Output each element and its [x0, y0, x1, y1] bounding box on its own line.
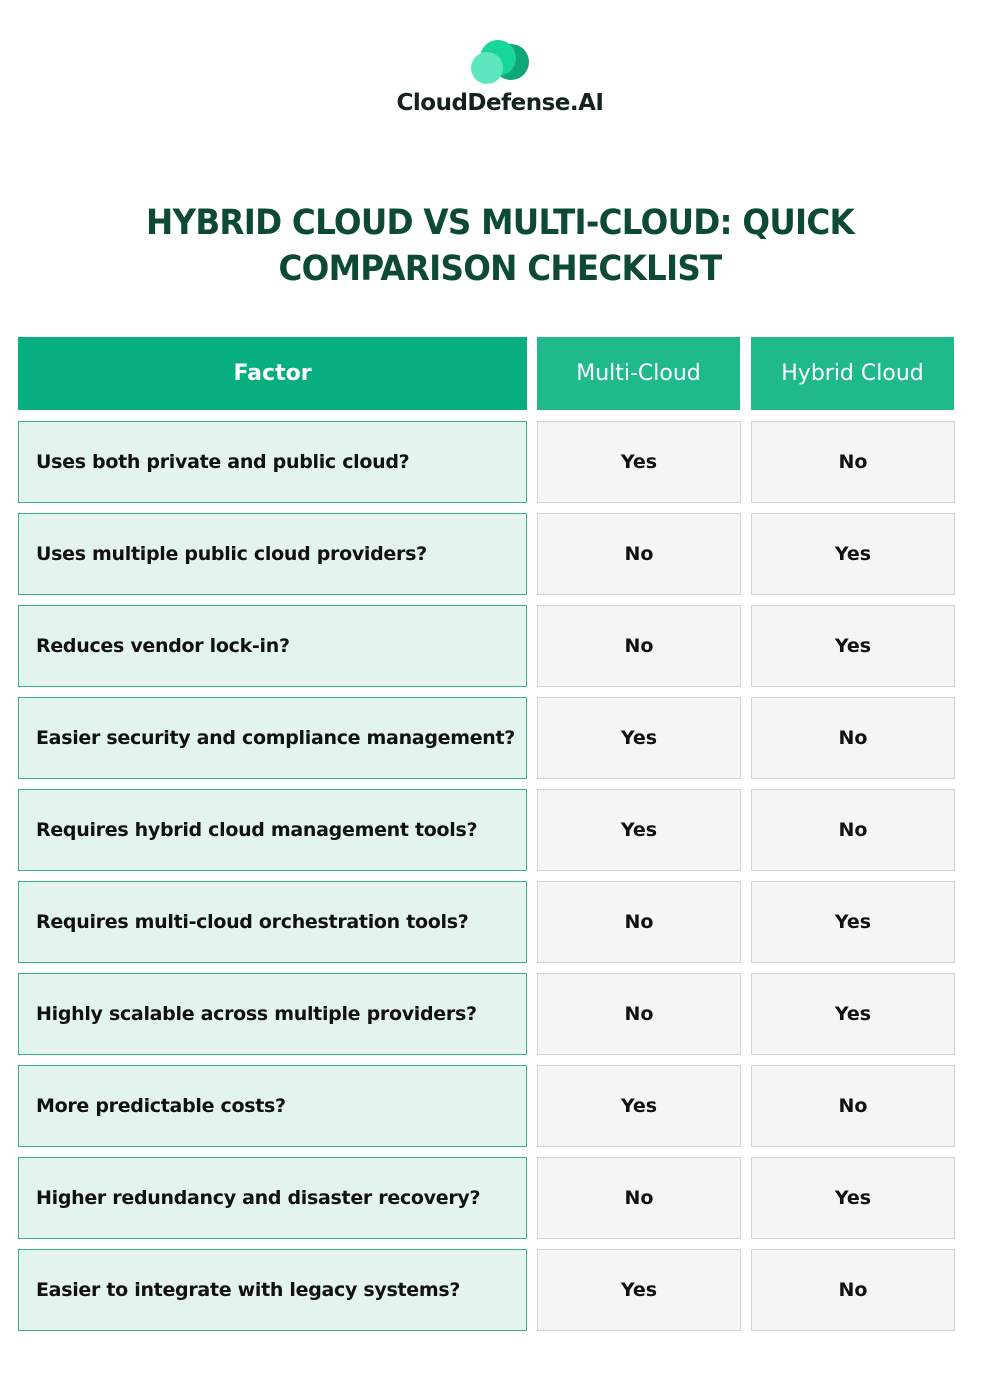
multi-cloud-cell: No	[537, 513, 741, 595]
factor-cell: Requires hybrid cloud management tools?	[18, 789, 527, 871]
hybrid-cloud-cell: No	[751, 789, 955, 871]
table-row: More predictable costs? Yes No	[0, 1065, 1000, 1147]
factor-cell: Easier to integrate with legacy systems?	[18, 1249, 527, 1331]
table-row: Easier to integrate with legacy systems?…	[0, 1249, 1000, 1331]
table-row: Requires multi-cloud orchestration tools…	[0, 881, 1000, 963]
table-row: Reduces vendor lock-in? No Yes	[0, 605, 1000, 687]
table-row: Requires hybrid cloud management tools? Y…	[0, 789, 1000, 871]
multi-cloud-cell: No	[537, 605, 741, 687]
factor-cell: Reduces vendor lock-in?	[18, 605, 527, 687]
brand-name: CloudDefense.AI	[396, 90, 604, 116]
factor-cell: More predictable costs?	[18, 1065, 527, 1147]
hybrid-cloud-cell: Yes	[751, 973, 955, 1055]
factor-cell: Highly scalable across multiple provider…	[18, 973, 527, 1055]
factor-cell: Easier security and compliance managemen…	[18, 697, 527, 779]
multi-cloud-cell: Yes	[537, 421, 741, 503]
header-hybrid-cloud: Hybrid Cloud	[751, 337, 954, 410]
table-row: Uses multiple public cloud providers? No Y…	[0, 513, 1000, 595]
multi-cloud-cell: Yes	[537, 697, 741, 779]
multi-cloud-cell: No	[537, 881, 741, 963]
factor-cell: Uses multiple public cloud providers?	[18, 513, 527, 595]
header-factor: Factor	[18, 337, 527, 410]
multi-cloud-cell: Yes	[537, 1249, 741, 1331]
title-line-1: HYBRID CLOUD VS MULTI-CLOUD: QUICK	[145, 203, 855, 243]
hybrid-cloud-cell: No	[751, 421, 955, 503]
header-multi-cloud: Multi-Cloud	[537, 337, 740, 410]
table-row: Easier security and compliance managemen…	[0, 697, 1000, 779]
hybrid-cloud-cell: Yes	[751, 513, 955, 595]
hybrid-cloud-cell: No	[751, 1065, 955, 1147]
page-title: HYBRID CLOUD VS MULTI-CLOUD: QUICK COMPA…	[0, 200, 1000, 292]
cloud-logo-icon	[471, 40, 529, 84]
multi-cloud-cell: Yes	[537, 1065, 741, 1147]
brand-logo: CloudDefense.AI	[0, 38, 1000, 116]
table-row: Uses both private and public cloud? Yes No	[0, 421, 1000, 503]
factor-cell: Requires multi-cloud orchestration tools…	[18, 881, 527, 963]
hybrid-cloud-cell: Yes	[751, 881, 955, 963]
multi-cloud-cell: No	[537, 973, 741, 1055]
hybrid-cloud-cell: Yes	[751, 605, 955, 687]
title-line-2: COMPARISON CHECKLIST	[278, 249, 723, 289]
multi-cloud-cell: Yes	[537, 789, 741, 871]
table-row: Higher redundancy and disaster recovery?…	[0, 1157, 1000, 1239]
table-row: Highly scalable across multiple provider…	[0, 973, 1000, 1055]
hybrid-cloud-cell: Yes	[751, 1157, 955, 1239]
factor-cell: Higher redundancy and disaster recovery?	[18, 1157, 527, 1239]
hybrid-cloud-cell: No	[751, 1249, 955, 1331]
factor-cell: Uses both private and public cloud?	[18, 421, 527, 503]
hybrid-cloud-cell: No	[751, 697, 955, 779]
multi-cloud-cell: No	[537, 1157, 741, 1239]
